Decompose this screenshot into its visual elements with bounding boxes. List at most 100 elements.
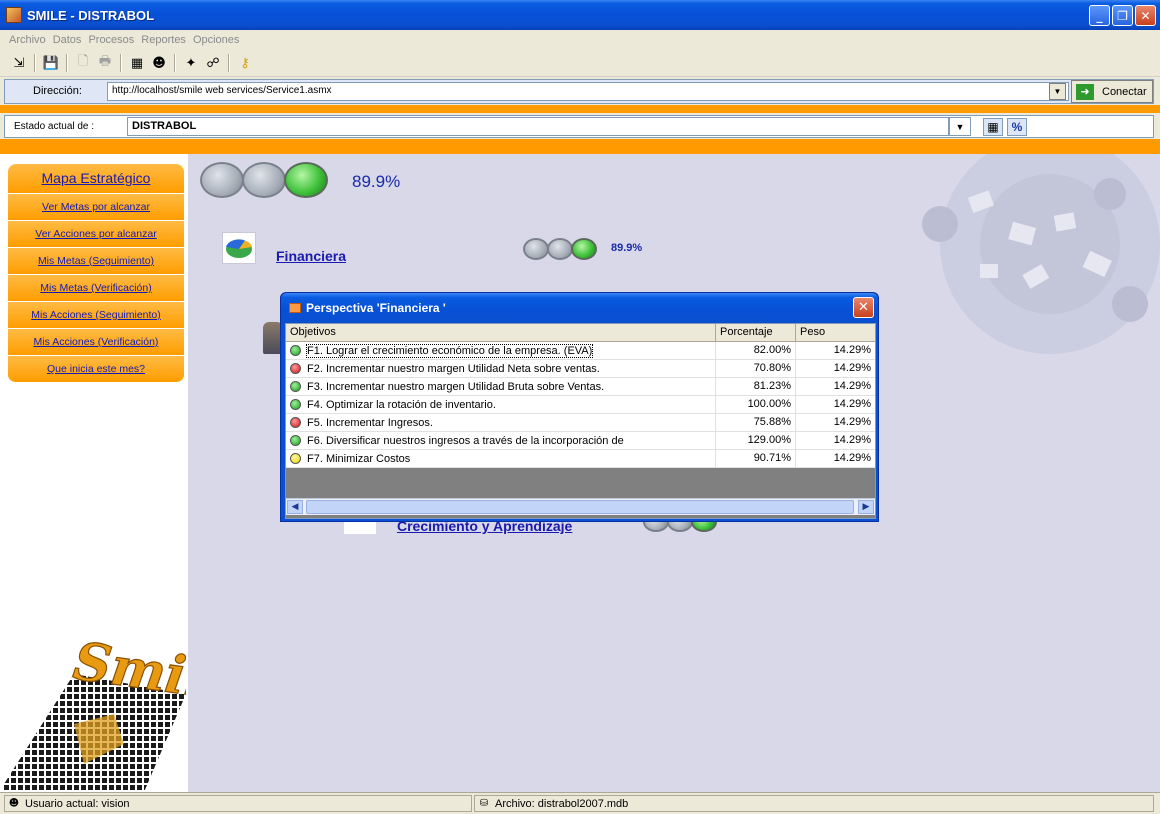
table-row[interactable]: F4. Optimizar la rotación de inventario.… <box>286 396 875 414</box>
preview-icon[interactable]: 🗋 <box>74 54 92 72</box>
cell-objetivo: F2. Incrementar nuestro margen Utilidad … <box>286 360 716 377</box>
cell-porcentaje: 100.00% <box>716 396 796 413</box>
column-porcentaje[interactable]: Porcentaje <box>716 324 796 342</box>
cell-peso: 14.29% <box>833 344 871 356</box>
estado-dropdown-icon[interactable]: ▼ <box>949 117 971 136</box>
print-icon[interactable]: 🖶 <box>96 54 114 72</box>
estado-bar: Estado actual de : DISTRABOL ▼ ▦ % <box>4 115 1154 138</box>
cell-peso: 14.29% <box>833 416 871 428</box>
cell-objetivo: F7. Minimizar Costos <box>286 450 716 467</box>
menu-datos[interactable]: Datos <box>53 34 82 46</box>
percent-button[interactable]: % <box>1007 118 1027 136</box>
sidebar-item-ver-acciones[interactable]: Ver Acciones por alcanzar <box>8 221 184 248</box>
cell-peso: 14.29% <box>833 452 871 464</box>
column-peso[interactable]: Peso <box>796 324 875 342</box>
light-green-icon <box>284 162 328 198</box>
status-green-icon <box>290 381 301 392</box>
table-row[interactable]: F7. Minimizar Costos 90.71% 14.29% <box>286 450 875 468</box>
cell-porcentaje: 75.88% <box>716 414 796 431</box>
sidebar: Mapa Estratégico Ver Metas por alcanzar … <box>0 154 188 792</box>
horizontal-scrollbar[interactable]: ◀ ▶ <box>286 498 875 515</box>
cell-porcentaje: 81.23% <box>716 378 796 395</box>
sidebar-item-mis-acciones-seguimiento[interactable]: Mis Acciones (Seguimiento) <box>8 302 184 329</box>
cell-objetivo: F1. Lograr el crecimiento económico de l… <box>286 342 716 359</box>
objetivo-text: F4. Optimizar la rotación de inventario. <box>307 398 496 411</box>
status-red-icon <box>290 417 301 428</box>
user-icon: ☻ <box>8 798 20 809</box>
close-button[interactable]: ✕ <box>1135 5 1156 26</box>
grid-rows: F1. Lograr el crecimiento económico de l… <box>286 342 875 468</box>
table-row[interactable]: F6. Diversificar nuestros ingresos a tra… <box>286 432 875 450</box>
menu-opciones[interactable]: Opciones <box>193 34 239 46</box>
sidebar-item-mapa-estrategico[interactable]: Mapa Estratégico <box>8 164 184 194</box>
cell-objetivo: F5. Incrementar Ingresos. <box>286 414 716 431</box>
address-input[interactable]: http://localhost/smile web services/Serv… <box>107 82 1069 101</box>
cell-peso: 14.29% <box>833 380 871 392</box>
cell-porcentaje: 70.80% <box>716 360 796 377</box>
sidebar-menu: Mapa Estratégico Ver Metas por alcanzar … <box>8 164 184 383</box>
separator-bar <box>0 105 1160 113</box>
toolbar: ⇲ 💾 🗋 🖶 ▦ ☻ ✦ ☍ ⚷ <box>0 50 1160 77</box>
objetivo-text: F3. Incrementar nuestro margen Utilidad … <box>307 380 605 393</box>
sidebar-item-mis-acciones-verificacion[interactable]: Mis Acciones (Verificación) <box>8 329 184 356</box>
connect-button[interactable]: ➜ Conectar <box>1071 80 1153 103</box>
sidebar-item-mis-metas-seguimiento[interactable]: Mis Metas (Seguimiento) <box>8 248 184 275</box>
table-row[interactable]: F2. Incrementar nuestro margen Utilidad … <box>286 360 875 378</box>
column-objetivos[interactable]: Objetivos <box>286 324 716 342</box>
minimize-button[interactable]: _ <box>1089 5 1110 26</box>
chart-icon[interactable]: ▦ <box>128 54 146 72</box>
cell-peso: 14.29% <box>833 398 871 410</box>
save-icon[interactable]: 💾 <box>42 54 60 72</box>
financiera-link[interactable]: Financiera <box>276 248 346 264</box>
sidebar-item-mis-metas-verificacion[interactable]: Mis Metas (Verificación) <box>8 275 184 302</box>
dialog-title-bar[interactable]: Perspectiva 'Financiera ' ✕ <box>281 293 878 323</box>
table-row[interactable]: F5. Incrementar Ingresos. 75.88% 14.29% <box>286 414 875 432</box>
status-user: ☻ Usuario actual: vision <box>4 795 472 812</box>
address-dropdown-icon[interactable]: ▼ <box>1049 83 1066 100</box>
handshake-icon[interactable]: ✦ <box>182 54 200 72</box>
connect-label: Conectar <box>1102 85 1147 98</box>
user-icon[interactable]: ☻ <box>150 54 168 72</box>
window-icon <box>289 303 301 313</box>
objetivo-text: F5. Incrementar Ingresos. <box>307 416 433 429</box>
key-icon[interactable]: ⚷ <box>236 54 254 72</box>
scroll-left-icon[interactable]: ◀ <box>287 500 303 514</box>
light-off-icon <box>547 238 573 260</box>
dialog-close-button[interactable]: ✕ <box>853 297 874 318</box>
calculator-icon[interactable]: ▦ <box>983 118 1003 136</box>
cell-porcentaje: 90.71% <box>716 450 796 467</box>
restore-button[interactable]: ❐ <box>1112 5 1133 26</box>
menu-procesos[interactable]: Procesos <box>88 34 134 46</box>
menu-archivo[interactable]: Archivo <box>9 34 46 46</box>
estado-select[interactable]: DISTRABOL <box>127 117 949 136</box>
perspectiva-dialog: Perspectiva 'Financiera ' ✕ Objetivos Po… <box>280 292 879 522</box>
cell-peso: 14.29% <box>833 434 871 446</box>
scroll-right-icon[interactable]: ▶ <box>858 500 874 514</box>
status-yellow-icon <box>290 453 301 464</box>
overall-percent: 89.9% <box>352 172 401 191</box>
sidebar-item-ver-metas[interactable]: Ver Metas por alcanzar <box>8 194 184 221</box>
menu-reportes[interactable]: Reportes <box>141 34 186 46</box>
status-user-text: Usuario actual: vision <box>25 797 130 810</box>
background-meeting-image <box>922 154 1160 354</box>
light-off-icon <box>242 162 286 198</box>
table-row[interactable]: F1. Lograr el crecimiento económico de l… <box>286 342 875 360</box>
table-row[interactable]: F3. Incrementar nuestro margen Utilidad … <box>286 378 875 396</box>
title-bar: SMILE - DISTRABOL _ ❐ ✕ <box>0 0 1160 30</box>
financiera-percent: 89.9% <box>611 242 643 254</box>
scroll-thumb[interactable] <box>306 500 854 514</box>
window-title: SMILE - DISTRABOL <box>27 7 155 23</box>
light-off-icon <box>200 162 244 198</box>
dialog-title: Perspectiva 'Financiera ' <box>306 301 446 315</box>
org-chart-icon[interactable]: ☍ <box>204 54 222 72</box>
light-green-icon <box>571 238 597 260</box>
cell-peso: 14.29% <box>833 362 871 374</box>
exit-icon[interactable]: ⇲ <box>10 54 28 72</box>
objetivo-text: F6. Diversificar nuestros ingresos a tra… <box>307 434 624 447</box>
estado-label: Estado actual de : <box>14 121 95 132</box>
objetivo-text: F7. Minimizar Costos <box>307 452 411 465</box>
status-green-icon <box>290 435 301 446</box>
cell-porcentaje: 129.00% <box>716 432 796 449</box>
sidebar-item-que-inicia[interactable]: Que inicia este mes? <box>8 356 184 383</box>
objetivos-grid: Objetivos Porcentaje Peso F1. Lograr el … <box>285 323 876 519</box>
